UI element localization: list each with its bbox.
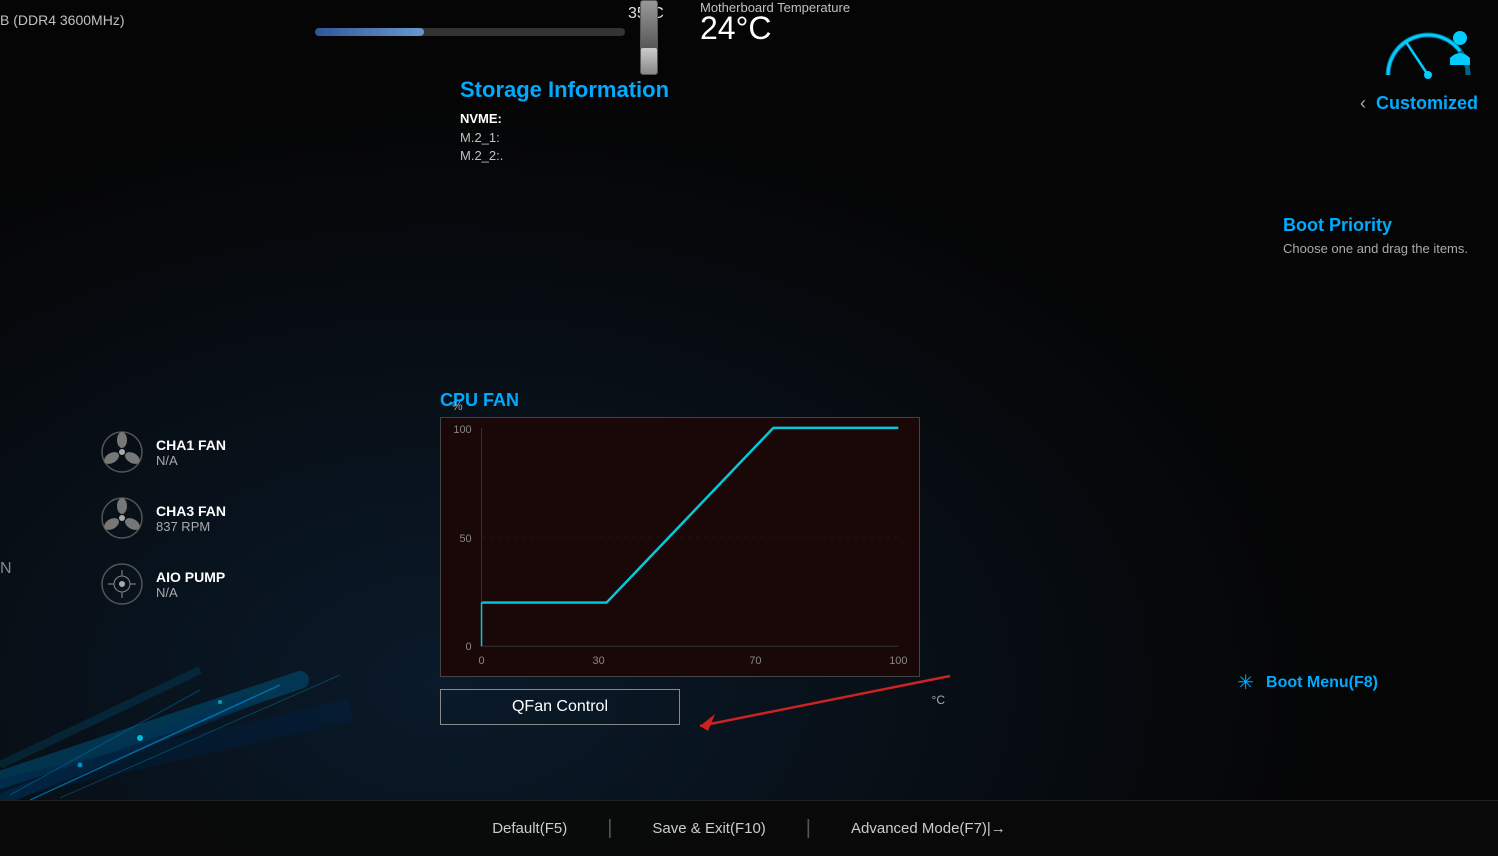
- storage-title: Storage Information: [460, 77, 669, 103]
- ram-label: B (DDR4 3600MHz): [0, 12, 124, 28]
- aio-pump-info: AIO PUMP N/A: [156, 569, 225, 600]
- chart-container: 100 50 0 0 30 70 100: [440, 417, 920, 677]
- right-panel: ‹ Customized: [1360, 20, 1478, 114]
- svg-text:30: 30: [593, 655, 605, 667]
- cha1-fan-item: CHA1 FAN N/A: [100, 430, 226, 474]
- advanced-mode-button[interactable]: Advanced Mode(F7)|→: [811, 820, 1046, 837]
- cha1-fan-icon: [100, 430, 144, 474]
- cha1-fan-info: CHA1 FAN N/A: [156, 437, 226, 468]
- nvme-label: NVME:: [460, 111, 669, 126]
- fan-section: CHA1 FAN N/A CHA3 FAN 837 RPM: [100, 430, 226, 628]
- vert-temp-bar: [640, 0, 658, 75]
- boot-priority-title: Boot Priority: [1283, 215, 1468, 236]
- ram-info: B (DDR4 3600MHz): [0, 12, 124, 28]
- cha1-fan-name: CHA1 FAN: [156, 437, 226, 453]
- deco-cables: [0, 620, 400, 800]
- aio-pump-value: N/A: [156, 585, 225, 600]
- svg-text:50: 50: [459, 533, 471, 545]
- mb-temp-value: 24°C: [700, 10, 772, 47]
- svg-text:100: 100: [453, 424, 471, 436]
- boot-priority-desc: Choose one and drag the items.: [1283, 241, 1468, 256]
- cpu-temp-bar: [315, 28, 625, 36]
- boot-menu-star-icon: ✳: [1237, 670, 1254, 695]
- default-button[interactable]: Default(F5): [452, 820, 607, 837]
- cha3-fan-name: CHA3 FAN: [156, 503, 226, 519]
- aio-pump-icon: [100, 562, 144, 606]
- chart-y-label: %: [452, 399, 463, 413]
- cpu-fan-title: CPU FAN: [440, 390, 940, 411]
- cha1-fan-value: N/A: [156, 453, 226, 468]
- cha3-fan-item: CHA3 FAN 837 RPM: [100, 496, 226, 540]
- boot-menu-section[interactable]: ✳ Boot Menu(F8): [1237, 670, 1378, 695]
- red-arrow: [640, 666, 960, 751]
- aio-pump-name: AIO PUMP: [156, 569, 225, 585]
- cha3-fan-icon: [100, 496, 144, 540]
- customized-label: Customized: [1376, 93, 1478, 114]
- gauge-icon: [1378, 20, 1478, 85]
- m2-1-item: M.2_1:: [460, 130, 669, 145]
- boot-menu-label: Boot Menu(F8): [1266, 674, 1378, 692]
- chart-svg: 100 50 0 0 30 70 100: [441, 418, 919, 676]
- aio-pump-item: AIO PUMP N/A: [100, 562, 226, 606]
- storage-section: Storage Information NVME: M.2_1: M.2_2:.: [460, 77, 669, 166]
- svg-text:0: 0: [478, 655, 484, 667]
- chevron-left-icon: ‹: [1360, 93, 1366, 114]
- left-n-label: N: [0, 560, 12, 578]
- svg-text:0: 0: [466, 641, 472, 653]
- cpu-temp-fill: [315, 28, 424, 36]
- chevron-customized[interactable]: ‹ Customized: [1360, 93, 1478, 114]
- m2-2-item: M.2_2:.: [460, 148, 669, 163]
- cha3-fan-info: CHA3 FAN 837 RPM: [156, 503, 226, 534]
- vert-temp-fill: [641, 48, 657, 74]
- cha3-fan-value: 837 RPM: [156, 519, 226, 534]
- bottom-bar: Default(F5) | Save & Exit(F10) | Advance…: [0, 800, 1498, 856]
- boot-priority-section: Boot Priority Choose one and drag the it…: [1283, 215, 1468, 256]
- save-exit-button[interactable]: Save & Exit(F10): [612, 820, 805, 837]
